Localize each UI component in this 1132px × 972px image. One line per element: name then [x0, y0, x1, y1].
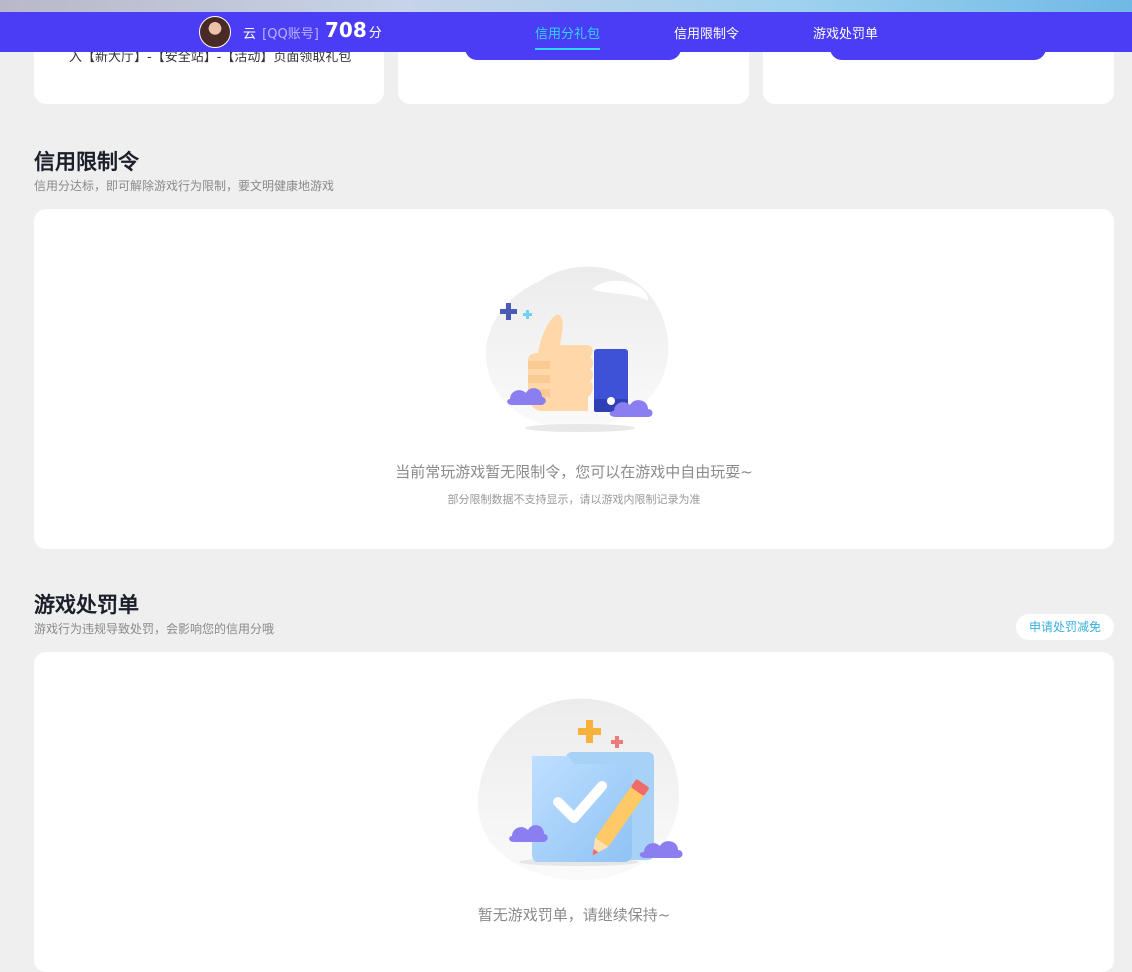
tab-credit-gift[interactable]: 信用分礼包	[535, 23, 601, 50]
penalty-empty-message: 暂无游戏罚单，请继续保持~	[477, 906, 671, 924]
penalty-card: 暂无游戏罚单，请继续保持~	[34, 652, 1114, 972]
tab-game-penalty[interactable]: 游戏处罚单	[813, 23, 878, 42]
restriction-card: 当前常玩游戏暂无限制令，您可以在游戏中自由玩耍~ 部分限制数据不支持显示，请以游…	[34, 209, 1114, 549]
restriction-empty-note: 部分限制数据不支持显示，请以游戏内限制记录为准	[447, 493, 701, 506]
user-name: 云	[243, 27, 257, 42]
thumbs-up-illustration-icon	[485, 266, 669, 432]
clipboard-check-illustration-icon	[478, 698, 683, 881]
top-navbar: 云 [QQ账号] 708 分 信用分礼包 信用限制令 游戏处罚单	[0, 12, 1132, 52]
restriction-empty-message: 当前常玩游戏暂无限制令，您可以在游戏中自由玩耍~	[395, 463, 753, 481]
avatar[interactable]	[199, 16, 231, 48]
credit-score-unit: 分	[368, 26, 382, 41]
account-type: [QQ账号]	[262, 27, 319, 42]
tab-credit-restriction[interactable]: 信用限制令	[674, 23, 739, 42]
user-info: 云 [QQ账号]	[243, 23, 319, 42]
penalty-section-subtitle: 游戏行为违规导致处罚，会影响您的信用分哦	[34, 622, 275, 636]
apply-penalty-reduction-button[interactable]: 申请处罚减免	[1016, 614, 1114, 640]
restriction-section-title: 信用限制令	[34, 150, 139, 174]
credit-score-value: 708	[325, 18, 367, 42]
penalty-section-title: 游戏处罚单	[34, 593, 139, 617]
restriction-section-subtitle: 信用分达标，即可解除游戏行为限制，要文明健康地游戏	[34, 179, 335, 193]
credit-score: 708 分	[325, 18, 382, 42]
browser-top-strip	[0, 0, 1132, 12]
